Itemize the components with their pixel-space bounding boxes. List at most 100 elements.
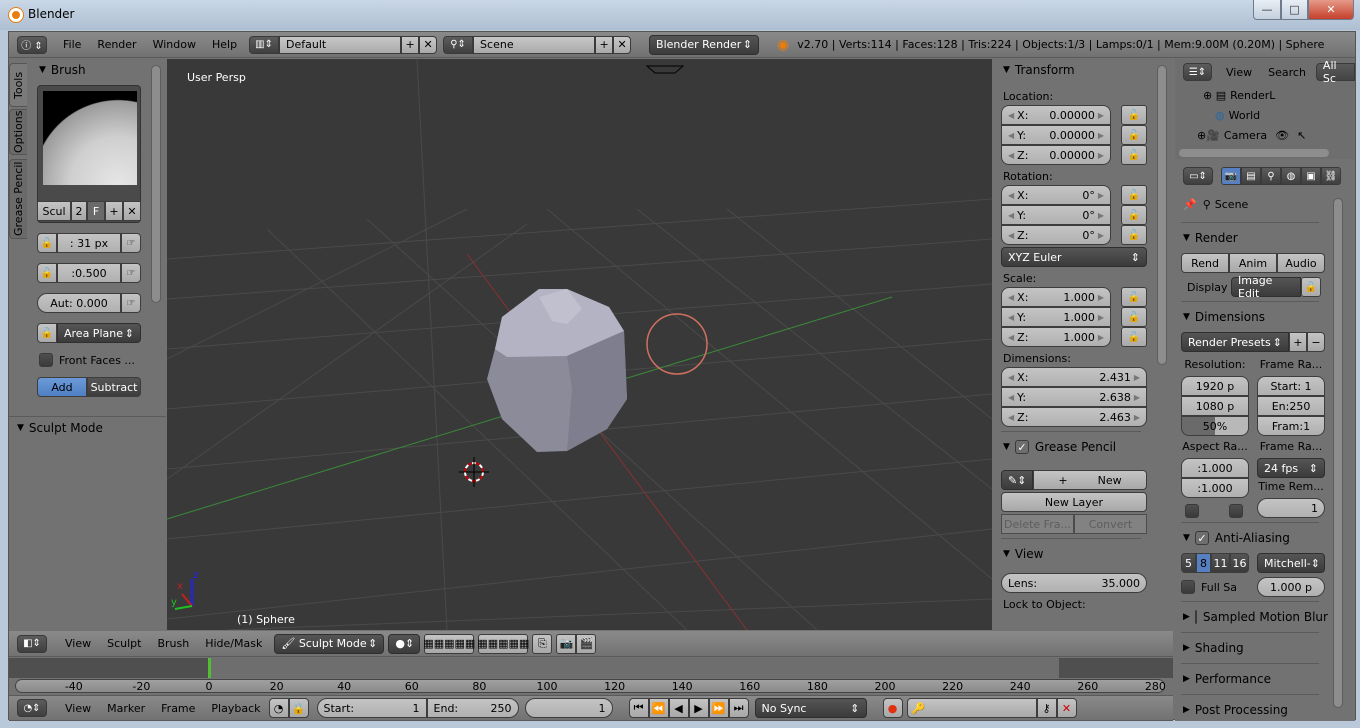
- tool-shelf-scrollbar[interactable]: [151, 65, 161, 303]
- properties-scrollbar[interactable]: [1333, 198, 1343, 708]
- frame-step-field[interactable]: Fram:1: [1257, 416, 1325, 436]
- lens-field[interactable]: Lens: 35.000: [1001, 573, 1147, 593]
- add-layout-button[interactable]: +: [401, 35, 420, 54]
- panel-header-performance[interactable]: ▶ Performance: [1175, 668, 1325, 690]
- gp-convert-button[interactable]: Convert: [1074, 514, 1147, 534]
- aspect-y-field[interactable]: :1.000: [1181, 478, 1249, 498]
- lock-icon[interactable]: 🔓: [1121, 225, 1147, 245]
- delete-keyframe-icon[interactable]: ✕: [1056, 698, 1077, 718]
- close-button[interactable]: ✕: [1308, 0, 1354, 20]
- current-frame-marker[interactable]: [208, 658, 211, 678]
- lock-icon[interactable]: 🔓: [1121, 105, 1147, 125]
- audio-button[interactable]: Audio: [1277, 253, 1325, 273]
- current-frame-field[interactable]: 1: [524, 698, 613, 718]
- lock-icon[interactable]: 🔓: [1121, 185, 1147, 205]
- dimensions-panel-header[interactable]: ▼ Dimensions: [1175, 306, 1325, 328]
- outliner-hscrollbar[interactable]: [1179, 149, 1329, 157]
- strength-field[interactable]: :0.500: [57, 263, 121, 283]
- panel-header-shading[interactable]: ▶ Shading: [1175, 637, 1325, 659]
- render-button[interactable]: Rend: [1181, 253, 1229, 273]
- editor-type-info-icon[interactable]: ⓘ ⇕: [17, 35, 47, 54]
- aa-sample-8[interactable]: 8: [1196, 553, 1211, 573]
- preview-range-icon[interactable]: ◔: [268, 698, 289, 718]
- mode-select[interactable]: 🖌 Sculpt Mode ⇕: [274, 633, 385, 654]
- rotation-mode-select[interactable]: XYZ Euler ⇕: [1001, 247, 1147, 267]
- lock-icon[interactable]: 🔓: [1121, 145, 1147, 165]
- editor-type-timeline-icon[interactable]: ◔⇕: [17, 699, 47, 717]
- grease-pencil-panel-header[interactable]: ▼ ✓ Grease Pencil: [995, 436, 1147, 458]
- lock-icon[interactable]: 🔓: [1121, 307, 1147, 327]
- render-anim-opengl-icon[interactable]: 🎬: [576, 633, 597, 654]
- lock-icon[interactable]: 🔓: [1121, 205, 1147, 225]
- viewport-shading-icon[interactable]: ●⇕: [388, 633, 421, 654]
- play-reverse-icon[interactable]: ◀: [668, 698, 689, 718]
- aa-sample-11[interactable]: 11: [1211, 553, 1230, 573]
- animation-button[interactable]: Anim: [1229, 253, 1277, 273]
- dimensions-x-field[interactable]: ◀ X: 2.431 ▶: [1001, 367, 1147, 387]
- time-remap-field[interactable]: 1: [1257, 498, 1325, 518]
- location-z-field[interactable]: ◀ Z: 0.00000 ▶: [1001, 145, 1111, 165]
- 3d-viewport[interactable]: User Persp (1) Sphere z x y: [167, 59, 992, 630]
- fake-user-toggle[interactable]: F: [87, 201, 105, 221]
- sculpt-plane-select[interactable]: Area Plane ⇕: [57, 323, 141, 343]
- lock-icon[interactable]: 🔓: [37, 323, 57, 343]
- render-tab-icon[interactable]: 📷: [1221, 167, 1241, 185]
- lock-icon[interactable]: 🔓: [1121, 327, 1147, 347]
- add-button[interactable]: Add: [37, 377, 87, 397]
- aa-filter-select[interactable]: Mitchell- ⇕: [1257, 553, 1325, 573]
- menu-playback[interactable]: Playback: [203, 702, 268, 715]
- remove-preset-button[interactable]: −: [1307, 332, 1325, 352]
- frame-end-field[interactable]: En:250: [1257, 396, 1325, 416]
- sync-mode-select[interactable]: No Sync ⇕: [754, 698, 867, 718]
- frame-start-field[interactable]: Start: 1: [1257, 376, 1325, 396]
- display-select[interactable]: Image Edit: [1231, 274, 1301, 300]
- aa-sample-5[interactable]: 5: [1181, 553, 1196, 573]
- lock-icon[interactable]: 🔓: [1301, 277, 1321, 297]
- rotation-z-field[interactable]: ◀ Z: 0° ▶: [1001, 225, 1111, 245]
- dimensions-z-field[interactable]: ◀ Z: 2.463 ▶: [1001, 407, 1147, 427]
- menu-view[interactable]: View: [57, 637, 99, 650]
- layers-grid-2[interactable]: ▦▦▦▦▦: [477, 633, 529, 654]
- outliner-item-world[interactable]: ◍ World: [1215, 105, 1355, 125]
- full-sample-checkbox[interactable]: [1181, 580, 1195, 594]
- front-faces-checkbox[interactable]: [39, 353, 53, 367]
- render-layers-tab-icon[interactable]: ▤: [1241, 167, 1261, 185]
- gp-new-button[interactable]: + New: [1033, 470, 1147, 490]
- lock-icon[interactable]: 🔓: [37, 233, 57, 253]
- fps-select[interactable]: 24 fps ⇕: [1257, 458, 1325, 478]
- editor-type-3dview-icon[interactable]: ◧⇕: [17, 634, 47, 653]
- scene-icon[interactable]: ⚲⇕: [443, 35, 474, 54]
- pressure-icon[interactable]: ☞: [121, 233, 141, 253]
- lock-icon[interactable]: 🔓: [1121, 125, 1147, 145]
- lock-range-icon[interactable]: 🔒: [288, 698, 309, 718]
- location-y-field[interactable]: ◀ Y: 0.00000 ▶: [1001, 125, 1111, 145]
- jump-prev-keyframe-icon[interactable]: ⏪: [648, 698, 669, 718]
- remove-layout-button[interactable]: ✕: [419, 35, 438, 54]
- start-frame-field[interactable]: Start: 1: [316, 698, 427, 718]
- layers-grid-1[interactable]: ▦▦▦▦▦: [423, 633, 475, 654]
- transform-panel-header[interactable]: ▼ Transform: [995, 59, 1147, 81]
- timeline-area[interactable]: [9, 658, 1173, 678]
- object-tab-icon[interactable]: ▣: [1301, 167, 1321, 185]
- filter-size-field[interactable]: 1.000 p: [1257, 577, 1325, 597]
- tab-options[interactable]: Options: [9, 109, 27, 155]
- brush-users[interactable]: 2: [71, 201, 87, 221]
- insert-keyframe-icon[interactable]: ⚷: [1036, 698, 1057, 718]
- menu-hide-mask[interactable]: Hide/Mask: [197, 637, 270, 650]
- rotation-y-field[interactable]: ◀ Y: 0° ▶: [1001, 205, 1111, 225]
- cursor-icon[interactable]: ↖: [1297, 129, 1306, 142]
- timeline-ruler[interactable]: -40 -20 0 20 40 60 80 100 120 140 160 180 200 220 240 2…: [15, 679, 1166, 693]
- menu-render[interactable]: Render: [89, 38, 144, 51]
- jump-end-icon[interactable]: ⏭: [728, 698, 749, 718]
- render-engine-select[interactable]: Blender Render ⇕: [649, 34, 760, 55]
- menu-window[interactable]: Window: [145, 38, 204, 51]
- eye-icon[interactable]: 👁: [1275, 129, 1289, 142]
- gp-new-layer-button[interactable]: New Layer: [1001, 492, 1147, 512]
- screen-layout-icon[interactable]: ▥⇕: [249, 35, 280, 54]
- pressure-icon[interactable]: ☞: [121, 263, 141, 283]
- view-panel-header[interactable]: ▼ View: [995, 543, 1147, 565]
- minimize-button[interactable]: —: [1253, 0, 1281, 20]
- render-panel-header[interactable]: ▼ Render: [1175, 227, 1325, 249]
- outliner-menu-view[interactable]: View: [1226, 66, 1252, 79]
- dimensions-y-field[interactable]: ◀ Y: 2.638 ▶: [1001, 387, 1147, 407]
